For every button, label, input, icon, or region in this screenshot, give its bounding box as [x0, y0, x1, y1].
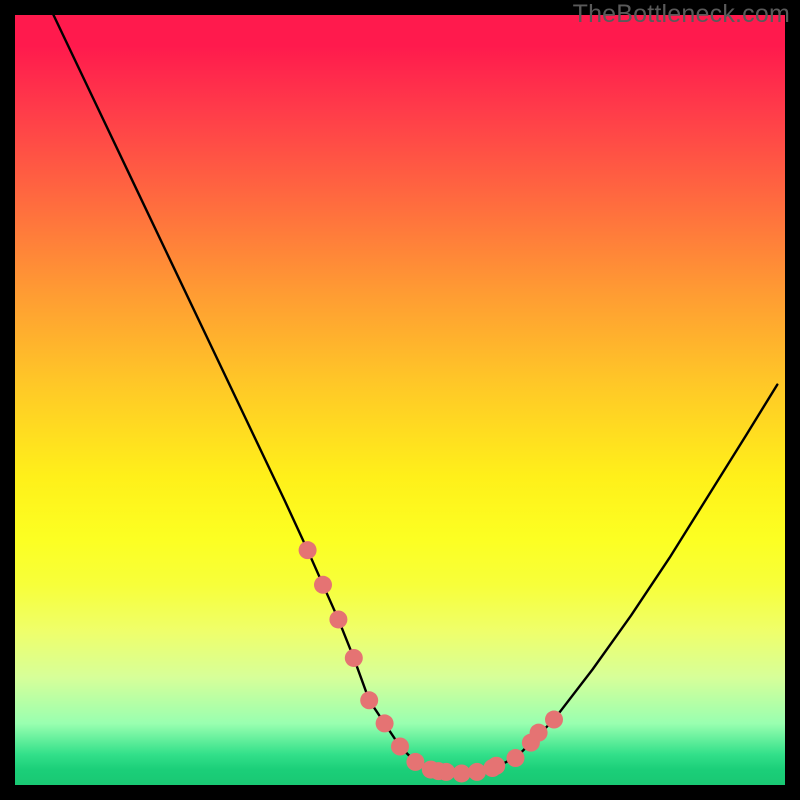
curve-marker: [406, 753, 424, 771]
curve-marker: [329, 610, 347, 628]
curve-marker: [437, 763, 455, 781]
bottleneck-curve: [54, 15, 778, 773]
chart-svg: [15, 15, 785, 785]
curve-marker: [314, 576, 332, 594]
curve-marker: [299, 541, 317, 559]
curve-marker: [530, 724, 548, 742]
watermark-text: TheBottleneck.com: [573, 0, 790, 29]
curve-marker: [376, 714, 394, 732]
curve-marker: [453, 764, 471, 782]
chart-frame: TheBottleneck.com: [0, 0, 800, 800]
curve-marker: [507, 749, 525, 767]
curve-marker: [487, 757, 505, 775]
curve-marker: [391, 738, 409, 756]
curve-marker: [468, 763, 486, 781]
curve-marker: [360, 691, 378, 709]
curve-marker: [545, 711, 563, 729]
chart-plot-area: [15, 15, 785, 785]
curve-markers: [299, 541, 563, 782]
curve-marker: [345, 649, 363, 667]
